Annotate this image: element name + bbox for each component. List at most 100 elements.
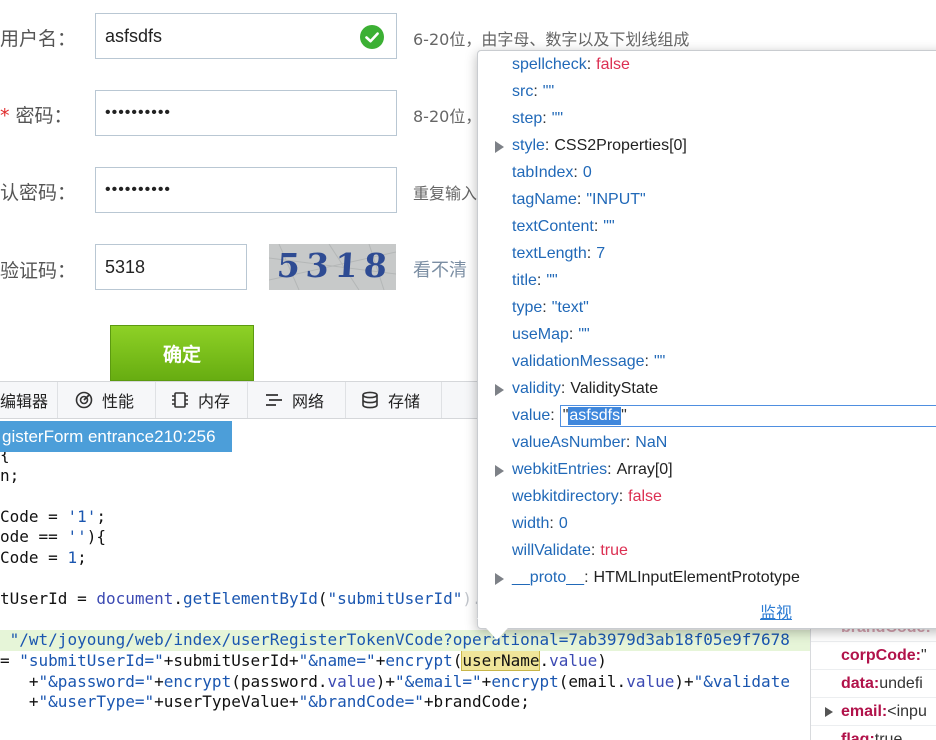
property-key: willValidate (512, 542, 591, 559)
code-line[interactable]: +"&password="+encrypt(password.value)+"&… (0, 672, 812, 693)
expand-arrow-icon[interactable] (495, 384, 504, 396)
password-input[interactable]: •••••••••• (95, 90, 397, 136)
password-label: * 密码： (0, 101, 73, 128)
tab-network[interactable]: 网络 (248, 382, 346, 418)
code-token: n; (0, 465, 20, 485)
confirm-password-value: •••••••••• (105, 181, 172, 198)
tab-performance[interactable]: 性能 (58, 382, 156, 418)
code-token: encrypt (491, 671, 559, 691)
captcha-label: 验证码： (0, 260, 77, 282)
scope-variable-row[interactable]: flag: true (811, 726, 936, 740)
property-colon: : (573, 164, 578, 181)
code-token: '' (67, 527, 87, 547)
code-token: . (539, 650, 550, 670)
code-token: ){ (86, 527, 106, 547)
scope-variable-row[interactable]: email: <inpu (811, 698, 936, 726)
code-token: getElementById (183, 589, 318, 609)
required-mark: * (0, 105, 10, 127)
property-row-useMap[interactable]: useMap: "" (478, 322, 936, 348)
unclear-link[interactable]: 看不清 (413, 256, 467, 282)
property-row-value[interactable]: value: " asfsdfs " (478, 403, 936, 429)
property-row-validity[interactable]: validity: ValidityState (478, 376, 936, 402)
code-line[interactable]: +"&userType="+userTypeValue+"&brandCode=… (0, 692, 812, 713)
object-inspector-popup[interactable]: 监视 spellcheck: false src: "" step: "" style: CS… (477, 50, 936, 629)
property-row-type[interactable]: type: "text" (478, 295, 936, 321)
scope-variable-name: email: (841, 702, 888, 720)
property-row-textContent[interactable]: textContent: "" (478, 214, 936, 240)
property-row-proto[interactable]: __proto__: HTMLInputElementPrototype (478, 565, 936, 591)
property-row-width[interactable]: width:0 (478, 511, 936, 537)
property-row-willValidate[interactable]: willValidate: true (478, 538, 936, 564)
tab-network-label: 网络 (292, 392, 325, 411)
property-row-webkitdirectory[interactable]: webkitdirectory: false (478, 484, 936, 510)
password-label-text: 密码： (15, 105, 73, 127)
code-token: + (375, 650, 386, 670)
property-colon: : (576, 191, 582, 208)
selected-value-text: asfsdfs (568, 407, 622, 425)
property-row-validationMessage[interactable]: validationMessage: "" (478, 349, 936, 375)
code-token: ) (597, 650, 607, 670)
expand-arrow-icon[interactable] (495, 141, 504, 153)
code-token: +userTypeValue+ (154, 692, 299, 712)
captcha-image[interactable]: 5318 (269, 244, 396, 290)
property-row-webkitEntries[interactable]: webkitEntries: Array[0] (478, 457, 936, 483)
property-row-tabIndex[interactable]: tabIndex:0 (478, 160, 936, 186)
confirm-password-input[interactable]: •••••••••• (95, 167, 397, 213)
captcha-input[interactable]: 5318 (95, 244, 247, 290)
username-value: asfsdfs (105, 25, 163, 46)
popup-pointer (477, 618, 517, 642)
property-value: true (600, 542, 628, 559)
property-key: valueAsNumber (512, 434, 626, 451)
property-key: step (512, 110, 543, 127)
password-value: •••••••••• (105, 104, 172, 121)
code-line[interactable]: = "submitUserId="+submitUserId+"&name="+… (0, 650, 812, 672)
code-token: )+ (674, 671, 694, 691)
property-colon: : (584, 569, 589, 586)
code-line[interactable]: "/wt/joyoung/web/index/userRegisterToken… (0, 630, 812, 651)
tab-memory[interactable]: 内存 (156, 382, 248, 418)
tab-debugger[interactable]: 编辑器 (0, 382, 58, 418)
property-key: validationMessage (512, 353, 645, 370)
tab-performance-label: 性能 (102, 392, 135, 411)
value-edit-field[interactable]: " asfsdfs " (559, 405, 936, 427)
confirm-password-label: 认密码： (0, 182, 77, 204)
scope-variable-row[interactable]: data: undefi (811, 670, 936, 698)
property-row-step[interactable]: step: "" (478, 106, 936, 132)
property-colon: : (625, 434, 631, 451)
tab-memory-label: 内存 (198, 392, 231, 411)
expand-arrow-icon[interactable] (495, 573, 504, 585)
property-row-valueAsNumber[interactable]: valueAsNumber: NaN (478, 430, 936, 456)
code-token: + (0, 671, 39, 691)
code-token: +brandCode; (423, 692, 530, 712)
code-token: (password. (231, 671, 328, 691)
expand-arrow-icon[interactable] (825, 707, 833, 717)
property-row-style[interactable]: style: CSS2Properties[0] (478, 133, 936, 159)
scope-variable-value: <inpu (887, 702, 927, 720)
code-token: value (626, 671, 675, 691)
property-row-src[interactable]: src: "" (478, 79, 936, 105)
property-colon: : (568, 326, 574, 343)
property-colon: : (542, 110, 547, 127)
property-row-tagName[interactable]: tagName: "INPUT" (478, 187, 936, 213)
code-token: + (154, 671, 164, 691)
property-colon: : (533, 83, 538, 100)
property-row-spellcheck[interactable]: spellcheck: false (478, 52, 936, 78)
property-key: tagName (512, 191, 577, 208)
username-input[interactable]: asfsdfs (95, 13, 397, 59)
watch-link[interactable]: 监视 (760, 599, 792, 623)
property-key: validity (512, 380, 561, 397)
tab-storage[interactable]: 存储 (346, 382, 442, 418)
expand-arrow-icon[interactable] (495, 465, 504, 477)
property-row-textLength[interactable]: textLength:7 (478, 241, 936, 267)
scope-variable-name: corpCode: (841, 646, 921, 664)
code-token: Code = (0, 547, 68, 567)
property-key: textContent (512, 218, 594, 235)
property-row-title[interactable]: title: "" (478, 268, 936, 294)
code-token: . (173, 589, 184, 609)
property-key: webkitdirectory (512, 488, 619, 505)
scope-variable-row[interactable]: corpCode: " (811, 642, 936, 670)
property-key: spellcheck (512, 56, 587, 73)
code-token: tUserId = (0, 589, 97, 609)
confirm-button[interactable]: 确定 (110, 325, 254, 381)
